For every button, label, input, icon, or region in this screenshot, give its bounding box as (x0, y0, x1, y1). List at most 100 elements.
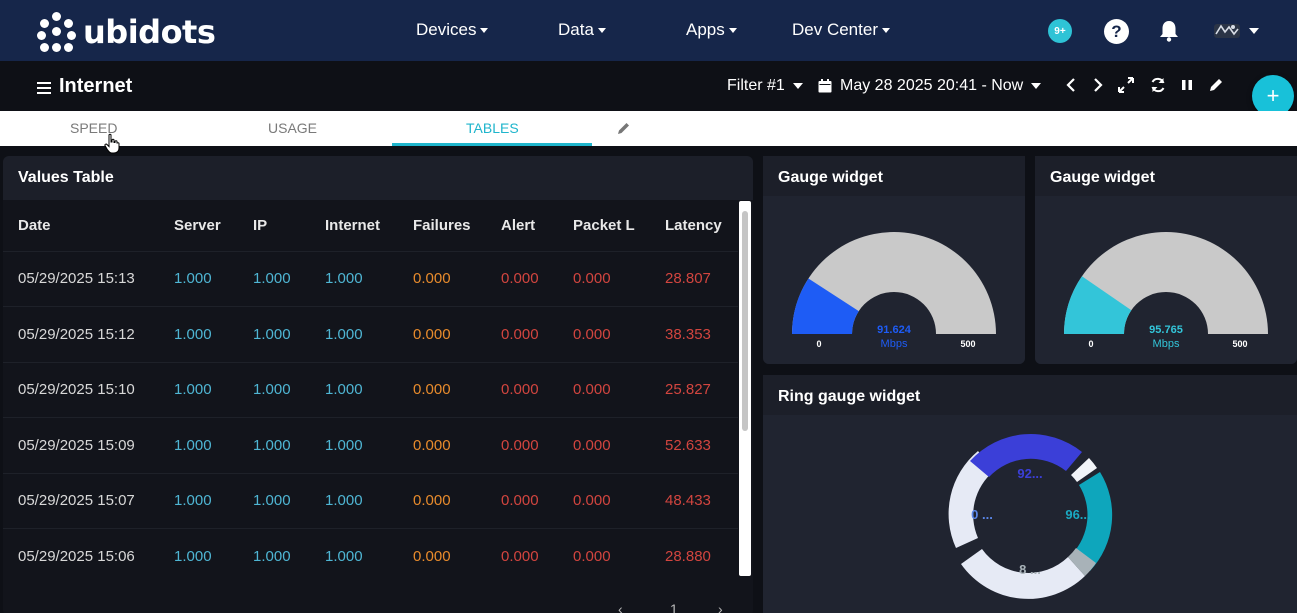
user-menu-chevron-icon[interactable] (1249, 28, 1259, 34)
table-cell: 0.000 (486, 361, 558, 418)
chevron-down-icon (792, 83, 803, 89)
table-cell: 0.000 (486, 528, 558, 584)
gauge-max: 500 (960, 339, 975, 349)
ring-gauge-body: 92... 96... 8 ... 0 ... (763, 415, 1297, 613)
help-button[interactable]: ? (1104, 19, 1129, 44)
widget-title: Ring gauge widget (763, 375, 1297, 419)
brand-name: ubidots (83, 13, 216, 51)
table-row[interactable]: 05/29/2025 15:10 1.000 1.000 1.000 0.000 0.00… (3, 361, 738, 418)
table-cell: 05/29/2025 15:09 (3, 417, 159, 473)
table-header-row: Date Server IP Internet Failures Alert P… (3, 201, 738, 251)
date-range-picker[interactable]: May 28 2025 20:41 - Now (818, 77, 1042, 95)
gauge-value: 95.765 (1149, 324, 1183, 336)
values-table-widget: Values Table Date Server IP Internet Fai… (3, 156, 753, 613)
dashboard-tabs: SPEED USAGE TABLES (0, 111, 1297, 146)
table-cell: 1.000 (238, 306, 310, 362)
notifications-badge[interactable]: 9+ (1048, 19, 1072, 43)
scrollbar-thumb[interactable] (742, 211, 748, 431)
table-row[interactable]: 05/29/2025 15:07 1.000 1.000 1.000 0.000 0.00… (3, 472, 738, 529)
column-header[interactable]: Internet (310, 201, 398, 251)
table-cell: 1.000 (310, 472, 398, 529)
next-period-icon[interactable] (1089, 76, 1107, 94)
column-header[interactable]: Packet L (558, 201, 650, 251)
table-cell: 0.000 (398, 250, 486, 307)
calendar-icon (818, 79, 832, 93)
table-scrollbar[interactable] (739, 201, 751, 576)
nav-data[interactable]: Data (558, 20, 606, 40)
pause-icon[interactable] (1178, 76, 1196, 94)
table-cell: 1.000 (159, 250, 238, 307)
table-cell: 1.000 (238, 250, 310, 307)
tab-tables[interactable]: TABLES (466, 120, 519, 136)
table-cell: 1.000 (159, 528, 238, 584)
fullscreen-icon[interactable] (1117, 76, 1135, 94)
table-cell: 1.000 (310, 250, 398, 307)
edit-tabs-icon[interactable] (616, 120, 632, 136)
table-row[interactable]: 05/29/2025 15:09 1.000 1.000 1.000 0.000 0.00… (3, 417, 738, 473)
next-page-icon[interactable]: › (718, 601, 723, 613)
table-row[interactable]: 05/29/2025 15:12 1.000 1.000 1.000 0.000 0.00… (3, 306, 738, 362)
page-number[interactable]: 1 (670, 601, 678, 613)
table-cell: 28.807 (650, 250, 738, 307)
dashboard-title: Internet (59, 75, 133, 97)
table-cell: 1.000 (310, 361, 398, 418)
table-cell: 1.000 (238, 528, 310, 584)
gauge-chart: 91.624 Mbps 0 500 (792, 232, 996, 350)
brand-logo[interactable]: ubidots (37, 12, 216, 52)
ring-label: 0 ... (971, 507, 993, 522)
gauge-body: 91.624 Mbps 0 500 (763, 196, 1025, 364)
column-header[interactable]: Latency (650, 201, 738, 251)
table-cell: 0.000 (398, 528, 486, 584)
widget-title: Values Table (3, 156, 753, 200)
table-cell: 1.000 (238, 361, 310, 418)
refresh-icon[interactable] (1149, 76, 1167, 94)
table-cell: 25.827 (650, 361, 738, 418)
tab-usage[interactable]: USAGE (268, 120, 317, 136)
table-cell: 0.000 (486, 417, 558, 473)
table-cell: 0.000 (558, 528, 650, 584)
table-cell: 05/29/2025 15:07 (3, 472, 159, 529)
menu-icon[interactable] (37, 82, 51, 94)
edit-dashboard-icon[interactable] (1207, 76, 1225, 94)
chevron-down-icon (597, 27, 606, 33)
table-cell: 1.000 (159, 361, 238, 418)
gauge-unit: Mbps (1153, 338, 1180, 350)
ring-gauge-chart: 92... 96... 8 ... 0 ... (948, 434, 1113, 599)
column-header[interactable]: Failures (398, 201, 486, 251)
nav-devices-label: Devices (416, 20, 477, 39)
column-header[interactable]: Date (3, 201, 159, 251)
table-cell: 0.000 (486, 250, 558, 307)
user-avatar-icon[interactable] (1212, 20, 1242, 42)
nav-dev-center[interactable]: Dev Center (792, 20, 890, 40)
table-row[interactable]: 05/29/2025 15:06 1.000 1.000 1.000 0.000 0.00… (3, 528, 738, 584)
column-header[interactable]: Server (159, 201, 238, 251)
table-cell: 1.000 (310, 417, 398, 473)
gauge-chart: 95.765 Mbps 0 500 (1064, 232, 1268, 350)
bell-icon[interactable] (1158, 19, 1180, 43)
hand-cursor-icon (104, 133, 120, 154)
table-cell: 48.433 (650, 472, 738, 529)
table-row[interactable]: 05/29/2025 15:13 1.000 1.000 1.000 0.000 0.00… (3, 250, 738, 307)
prev-page-icon[interactable]: ‹ (618, 601, 623, 613)
gauge-min: 0 (1088, 339, 1093, 349)
previous-period-icon[interactable] (1062, 76, 1080, 94)
table-cell: 05/29/2025 15:13 (3, 250, 159, 307)
gauge-unit: Mbps (881, 338, 908, 350)
nav-apps[interactable]: Apps (686, 20, 737, 40)
gauge-widget-2: Gauge widget 95.765 Mbps 0 500 (1035, 156, 1297, 364)
filter-dropdown[interactable]: Filter #1 (727, 77, 803, 95)
column-header[interactable]: Alert (486, 201, 558, 251)
column-header[interactable]: IP (238, 201, 310, 251)
ring-label: 92... (1017, 466, 1042, 481)
gauge-body: 95.765 Mbps 0 500 (1035, 196, 1297, 364)
table-cell: 28.880 (650, 528, 738, 584)
nav-devices[interactable]: Devices (416, 20, 489, 40)
table-cell: 1.000 (310, 528, 398, 584)
table-cell: 0.000 (398, 306, 486, 362)
table-cell: 0.000 (486, 472, 558, 529)
date-range-label: May 28 2025 20:41 - Now (840, 77, 1024, 94)
table-cell: 0.000 (558, 250, 650, 307)
table-cell: 0.000 (558, 306, 650, 362)
table-cell: 05/29/2025 15:06 (3, 528, 159, 584)
ring-gauge-widget: Ring gauge widget 92... 96... 8 ... 0 ..… (763, 375, 1297, 613)
